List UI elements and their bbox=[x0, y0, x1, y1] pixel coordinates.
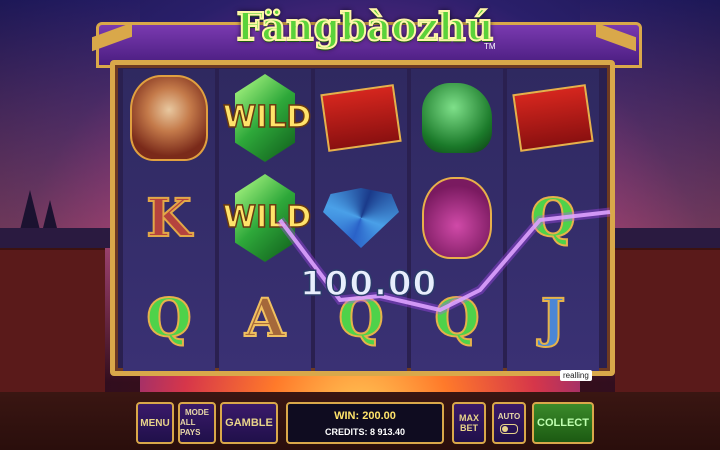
menu-button[interactable]: MENU bbox=[136, 402, 174, 444]
win-label: WIN: bbox=[334, 410, 360, 422]
symbol-q: Q bbox=[433, 287, 480, 350]
line-win-amount: 100.00 bbox=[299, 263, 438, 305]
gamble-label: GAMBLE bbox=[225, 417, 273, 429]
tree-silhouette bbox=[20, 190, 40, 230]
symbol-q: Q bbox=[529, 187, 576, 250]
reel-cell bbox=[315, 69, 407, 167]
mode-value: ALL PAYS bbox=[180, 418, 201, 437]
reel-3: Q bbox=[315, 69, 407, 371]
mode-button[interactable]: MODE ALL PAYS bbox=[178, 402, 216, 444]
credits-value: 8 913.40 bbox=[369, 427, 406, 437]
reel-cell: WILD bbox=[219, 169, 312, 267]
gamble-button[interactable]: GAMBLE bbox=[220, 402, 278, 444]
reel-cell: J bbox=[507, 269, 599, 367]
reel-cell bbox=[411, 169, 503, 267]
credits-display: CREDITS: 8 913.40 bbox=[288, 427, 442, 437]
fan-icon bbox=[323, 188, 399, 248]
reel-2: WILD WILD A bbox=[219, 69, 312, 371]
wild-label: WILD bbox=[222, 99, 312, 136]
lion-icon bbox=[422, 83, 492, 153]
collect-label: COLLECT bbox=[537, 417, 589, 429]
symbol-a: A bbox=[244, 287, 286, 350]
symbol-j: J bbox=[540, 287, 567, 350]
win-panel: WIN: 200.00 CREDITS: 8 913.40 bbox=[286, 402, 444, 444]
toggle-icon bbox=[500, 424, 518, 434]
reel-cell bbox=[123, 69, 215, 167]
logo-trademark: TM bbox=[484, 42, 496, 51]
reel-cell: Q bbox=[507, 169, 599, 267]
win-value: 200.00 bbox=[362, 410, 396, 422]
pagoda-building-right bbox=[603, 228, 720, 400]
symbol-k: K bbox=[145, 187, 192, 250]
win-display: WIN: 200.00 bbox=[288, 410, 442, 422]
pagoda-building-left bbox=[0, 228, 117, 400]
reel-1: KQ bbox=[123, 69, 215, 371]
reel-cell bbox=[315, 169, 407, 267]
reel-cell: WILD bbox=[219, 69, 312, 167]
credits-label: CREDITS: bbox=[324, 427, 368, 437]
reel-4: Q bbox=[411, 69, 503, 371]
bag-icon bbox=[422, 177, 492, 259]
collect-button[interactable]: COLLECT bbox=[532, 402, 594, 444]
wild-label: WILD bbox=[222, 199, 312, 236]
reel-cell: K bbox=[123, 169, 215, 267]
envelope-icon bbox=[320, 84, 402, 152]
mask-icon bbox=[130, 75, 208, 161]
reel-cell: Q bbox=[123, 269, 215, 367]
reel-5: QJ bbox=[507, 69, 599, 371]
reel-cell bbox=[411, 69, 503, 167]
menu-label: MENU bbox=[140, 417, 170, 429]
auto-button[interactable]: AUTO bbox=[492, 402, 526, 444]
wild-symbol: WILD bbox=[222, 172, 312, 264]
max-bet-label-2: BET bbox=[460, 423, 478, 433]
max-bet-label-1: MAX bbox=[459, 413, 479, 423]
auto-label: AUTO bbox=[497, 412, 521, 421]
reel-frame: K Q WILD WILD A Q Q Q J bbox=[110, 60, 615, 376]
game-logo: Fängbàozhú bbox=[235, 3, 494, 50]
provider-badge: realling bbox=[560, 370, 592, 381]
wild-symbol: WILD bbox=[222, 72, 312, 164]
envelope-icon bbox=[512, 84, 594, 152]
symbol-q: Q bbox=[145, 287, 192, 350]
max-bet-button[interactable]: MAX BET bbox=[452, 402, 486, 444]
reel-cell: A bbox=[219, 269, 311, 367]
reel-cell bbox=[507, 69, 599, 167]
mode-label: MODE bbox=[185, 408, 209, 417]
